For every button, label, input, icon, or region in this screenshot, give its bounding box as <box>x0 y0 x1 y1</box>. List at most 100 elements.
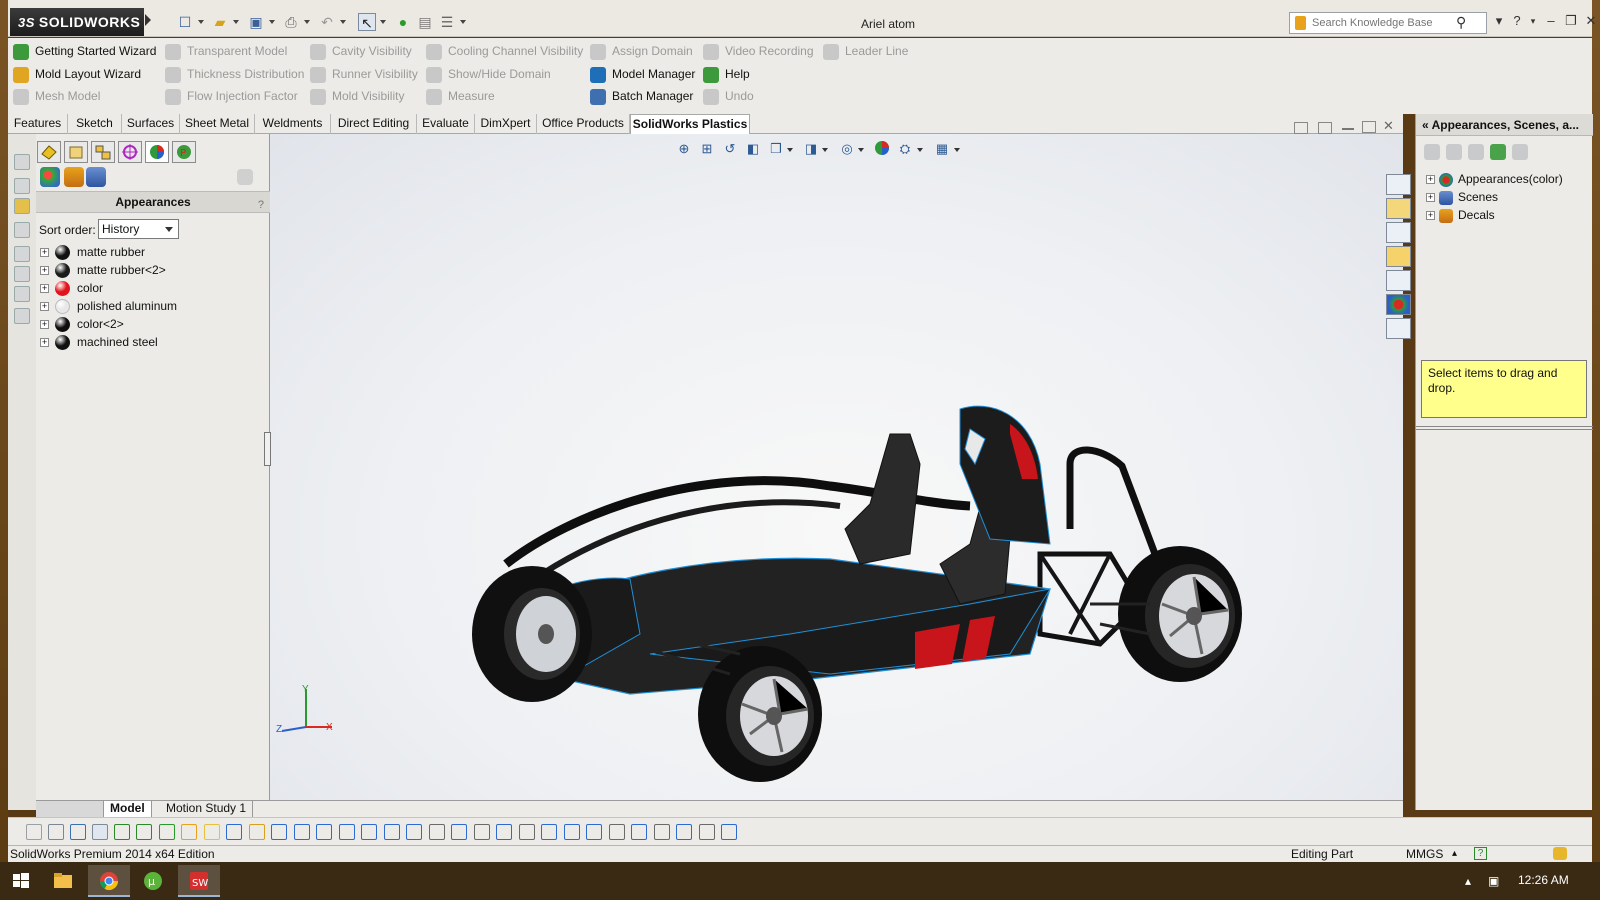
filter-points-icon[interactable] <box>181 824 197 840</box>
save-icon[interactable]: ▣ <box>247 13 265 31</box>
tab-evaluate[interactable]: Evaluate <box>417 114 475 134</box>
restore-icon[interactable]: ❐ <box>1562 13 1580 29</box>
quick-tips-help-icon[interactable]: ? <box>1474 847 1487 860</box>
filter-edges-icon[interactable] <box>48 824 64 840</box>
knowledge-base-search[interactable]: ⚲ <box>1289 12 1487 34</box>
select-box-icon[interactable] <box>114 824 130 840</box>
undo-button[interactable]: Undo <box>703 86 754 106</box>
cooling-channel-visibility-button[interactable]: Cooling Channel Visibility <box>426 41 583 61</box>
units-up-icon[interactable]: ▴ <box>1452 846 1457 862</box>
feature-manager-tab-icon[interactable] <box>37 141 61 163</box>
filter-camera-icon[interactable] <box>676 824 692 840</box>
solidworks-icon[interactable]: SW <box>178 865 220 897</box>
filter-solids-icon[interactable] <box>406 824 422 840</box>
utorrent-icon[interactable]: µ <box>132 865 174 897</box>
save-dropdown-icon[interactable] <box>269 20 275 24</box>
appearance-item[interactable]: + machined steel <box>40 333 158 351</box>
filter-midpoint-icon[interactable] <box>541 824 557 840</box>
filter-surfaces-icon[interactable] <box>383 824 400 840</box>
batch-manager-button[interactable]: Batch Manager <box>590 86 693 106</box>
filter-axes-icon[interactable] <box>248 824 265 840</box>
filter-balloons-icon[interactable] <box>361 824 377 840</box>
property-manager-tab-icon[interactable] <box>64 141 88 163</box>
expand-icon[interactable]: + <box>1426 175 1435 185</box>
filter-curves-icon[interactable] <box>203 824 220 840</box>
filter-misc-icon[interactable] <box>721 824 737 840</box>
filter-loops-icon[interactable] <box>586 824 602 840</box>
expand-icon[interactable]: + <box>1426 193 1435 203</box>
model-manager-button[interactable]: Model Manager <box>590 64 695 84</box>
network-icon[interactable]: ▣ <box>1488 874 1499 888</box>
video-recording-button[interactable]: Video Recording <box>703 41 814 61</box>
assign-domain-button[interactable]: Assign Domain <box>590 41 693 61</box>
select-pointer-icon[interactable]: ↖ <box>358 13 376 31</box>
filter-welds-icon[interactable] <box>338 824 355 840</box>
clock[interactable]: 12:26 AM <box>1518 873 1569 887</box>
filter-tables-icon[interactable] <box>518 824 535 840</box>
tab-office-products[interactable]: Office Products <box>537 114 630 134</box>
filter-center-icon[interactable] <box>563 824 580 840</box>
show-hide-domain-button[interactable]: Show/Hide Domain <box>426 64 551 84</box>
appearance-item[interactable]: + color<2> <box>40 315 124 333</box>
panel-splitter-handle[interactable] <box>264 432 271 466</box>
back-icon[interactable] <box>1424 144 1440 160</box>
add-folder-icon[interactable] <box>1468 144 1484 160</box>
help-dropdown-icon[interactable]: ▾ <box>1524 13 1542 29</box>
section-tool-icon[interactable] <box>14 286 30 302</box>
file-explorer-tab-icon[interactable] <box>1386 222 1411 243</box>
edit-tool-icon[interactable] <box>14 178 30 194</box>
refresh-icon[interactable] <box>1490 144 1506 160</box>
appearances-scenes-tab-icon[interactable] <box>1386 294 1411 315</box>
view-tool-icon[interactable] <box>14 222 30 238</box>
appearance-item[interactable]: + color <box>40 279 103 297</box>
viewport-close-icon[interactable]: ✕ <box>1383 118 1394 134</box>
expand-icon[interactable]: + <box>40 320 49 330</box>
search-icon[interactable]: ⚲ <box>1456 14 1466 31</box>
unit-system[interactable]: MMGS <box>1406 846 1443 862</box>
panel-options-icon[interactable] <box>237 169 253 185</box>
print-dropdown-icon[interactable] <box>304 20 310 24</box>
appearance-item[interactable]: + matte rubber<2> <box>40 261 166 279</box>
options-dropdown-icon[interactable] <box>460 20 466 24</box>
expand-icon[interactable]: + <box>40 302 49 312</box>
search-dropdown-icon[interactable]: ▾ <box>1490 13 1508 29</box>
new-document-icon[interactable]: ☐ <box>176 13 194 31</box>
expand-icon[interactable]: + <box>1426 211 1435 221</box>
tab-scroll-arrows[interactable] <box>36 801 104 817</box>
filter-coord-icon[interactable] <box>608 824 625 840</box>
filter-dims-icon[interactable] <box>271 824 287 840</box>
leader-line-button[interactable]: Leader Line <box>823 41 908 61</box>
display-manager-tab-icon[interactable] <box>145 141 169 163</box>
new-dropdown-icon[interactable] <box>198 20 204 24</box>
runner-visibility-button[interactable]: Runner Visibility <box>310 64 418 84</box>
viewport-tile-icon[interactable] <box>1294 122 1308 134</box>
getting-started-wizard-button[interactable]: Getting Started Wizard <box>13 41 156 61</box>
collapse-chevron-icon[interactable]: « <box>1422 118 1429 132</box>
expand-icon[interactable]: + <box>40 266 49 276</box>
tray-expand-icon[interactable]: ▴ <box>1465 874 1471 888</box>
tab-solidworks-plastics[interactable]: SolidWorks Plastics <box>630 114 750 135</box>
flow-injection-factor-button[interactable]: Flow Injection Factor <box>165 86 298 106</box>
tree-item-appearances[interactable]: + Appearances(color) <box>1426 170 1563 188</box>
filter-cosmetic-icon[interactable] <box>428 824 445 840</box>
forward-icon[interactable] <box>1446 144 1462 160</box>
view-palette-tab-icon[interactable] <box>1386 246 1411 267</box>
up-arrow-icon[interactable] <box>1512 144 1528 160</box>
filter-vertices-icon[interactable] <box>136 824 152 840</box>
filter-mates-icon[interactable] <box>631 824 647 840</box>
scenes-lights-cameras-icon[interactable] <box>86 167 106 187</box>
expand-icon[interactable]: + <box>40 338 49 348</box>
tab-direct-editing[interactable]: Direct Editing <box>331 114 417 134</box>
undo-icon[interactable]: ↶ <box>318 13 336 31</box>
appearance-item[interactable]: + matte rubber <box>40 243 145 261</box>
filter-sketch-icon[interactable] <box>158 824 175 840</box>
filter-faces-icon[interactable] <box>70 824 86 840</box>
tab-features[interactable]: Features <box>8 114 68 134</box>
sort-order-select[interactable]: History <box>98 219 179 239</box>
tab-dimxpert[interactable]: DimXpert <box>475 114 537 134</box>
minimize-icon[interactable]: – <box>1542 13 1560 29</box>
measure-button[interactable]: Measure <box>426 86 495 106</box>
expand-icon[interactable]: + <box>40 284 49 294</box>
clipboard-tab-icon[interactable] <box>1386 318 1411 339</box>
close-icon[interactable]: ✕ <box>1582 13 1600 29</box>
